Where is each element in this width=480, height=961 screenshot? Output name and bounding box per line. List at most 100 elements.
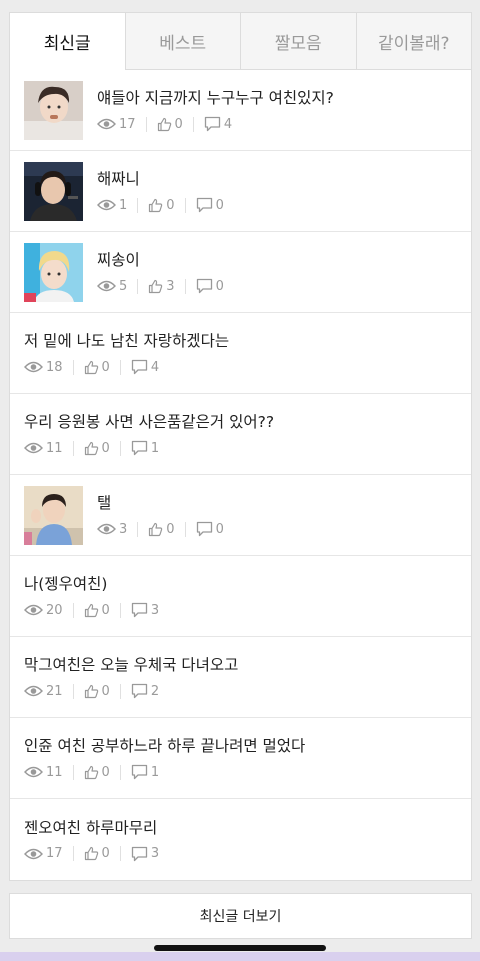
thumbs-up-icon <box>84 684 99 699</box>
post-title: 우리 응원봉 사면 사은품같은거 있어?? <box>24 413 275 431</box>
comment-count-value: 4 <box>223 116 233 132</box>
view-count: 17 <box>97 117 136 132</box>
post-stats: 3 0 0 <box>97 521 224 537</box>
comment-icon <box>131 764 148 780</box>
stat-divider <box>72 846 74 861</box>
thumbs-up-icon <box>84 360 99 375</box>
post-item[interactable]: 찌송이 5 3 0 <box>10 232 471 313</box>
eye-icon <box>24 766 43 778</box>
eye-icon <box>97 199 116 211</box>
stat-divider <box>119 764 121 780</box>
like-count: 0 <box>84 360 110 375</box>
post-item[interactable]: 젠오여친 하루마무리 17 0 3 <box>10 799 471 880</box>
like-count-value: 3 <box>166 278 175 294</box>
like-count-value: 0 <box>166 521 175 537</box>
stat-divider <box>72 602 74 618</box>
post-item[interactable]: 막그여친은 오늘 우체국 다녀오고 21 0 2 <box>10 637 471 718</box>
stat-divider <box>119 846 121 861</box>
post-item[interactable]: 해짜니 1 0 0 <box>10 151 471 232</box>
thumbs-up-icon <box>148 522 163 537</box>
comment-icon <box>131 440 148 456</box>
like-count-value: 0 <box>101 440 110 456</box>
post-info: 얘들아 지금까지 누구누구 여친있지? 17 0 4 <box>97 88 334 132</box>
post-item[interactable]: 나(젱우여친) 20 0 3 <box>10 556 471 637</box>
eye-icon <box>24 848 43 860</box>
stat-divider <box>72 359 74 375</box>
comment-icon <box>196 197 213 213</box>
post-item[interactable]: 탤3 0 0 <box>10 475 471 556</box>
load-more-button[interactable]: 최신글 더보기 <box>9 893 472 939</box>
thumbs-up-icon <box>84 846 99 861</box>
view-count: 17 <box>24 846 63 861</box>
tab-latest[interactable]: 최신글 <box>10 13 125 70</box>
comment-count: 3 <box>131 602 159 618</box>
comment-count: 0 <box>196 197 224 213</box>
like-count: 0 <box>84 684 110 699</box>
post-title: 막그여친은 오늘 우체국 다녀오고 <box>24 656 239 674</box>
like-count-value: 0 <box>174 116 183 132</box>
like-count-value: 0 <box>101 359 110 375</box>
comment-count-value: 4 <box>150 359 160 375</box>
post-stats: 5 3 0 <box>97 278 224 294</box>
view-count-value: 1 <box>119 197 128 213</box>
tab-watch-together[interactable]: 같이볼래? <box>355 13 471 69</box>
bottom-strip <box>0 952 480 961</box>
eye-icon <box>24 604 43 616</box>
view-count-value: 5 <box>119 278 128 294</box>
post-title: 탤 <box>97 494 112 512</box>
stat-divider <box>72 764 74 780</box>
comment-count: 4 <box>204 116 232 132</box>
comment-count-value: 1 <box>150 764 160 780</box>
post-item[interactable]: 저 밑에 나도 남친 자랑하겠다는 18 0 4 <box>10 313 471 394</box>
stat-divider <box>119 602 121 618</box>
post-title: 찌송이 <box>97 251 140 269</box>
view-count: 11 <box>24 441 63 456</box>
post-thumbnail <box>24 485 83 545</box>
post-info: 탤3 0 0 <box>97 493 224 537</box>
like-count: 0 <box>84 441 110 456</box>
comment-count: 1 <box>131 764 159 780</box>
view-count: 5 <box>97 279 127 294</box>
view-count: 1 <box>97 198 127 213</box>
tab-best[interactable]: 베스트 <box>124 13 240 69</box>
post-info: 찌송이 5 3 0 <box>97 250 224 294</box>
post-stats: 17 0 4 <box>97 116 334 132</box>
stat-divider <box>192 116 194 132</box>
thumbs-up-icon <box>148 198 163 213</box>
post-list-panel: 최신글 베스트 짤모음 같이볼래? 얘들아 지금까지 누구누구 여친있지? 17 0… <box>9 12 472 881</box>
like-count: 0 <box>84 765 110 780</box>
stat-divider <box>184 521 186 537</box>
stat-divider <box>119 683 121 699</box>
thumbs-up-icon <box>84 603 99 618</box>
post-stats: 1 0 0 <box>97 197 224 213</box>
stat-divider <box>72 683 74 699</box>
post-stats: 21 0 2 <box>24 683 238 699</box>
thumbs-up-icon <box>148 279 163 294</box>
tab-images[interactable]: 짤모음 <box>240 13 356 69</box>
comment-icon <box>196 278 213 294</box>
comment-count-value: 1 <box>150 440 160 456</box>
view-count: 18 <box>24 360 63 375</box>
like-count: 0 <box>148 198 175 213</box>
post-stats: 18 0 4 <box>24 359 229 375</box>
like-count: 0 <box>157 117 183 132</box>
stat-divider <box>184 278 186 294</box>
post-stats: 17 0 3 <box>24 846 159 862</box>
comment-count: 0 <box>196 521 224 537</box>
eye-icon <box>97 280 116 292</box>
post-item[interactable]: 얘들아 지금까지 누구누구 여친있지? 17 0 4 <box>10 70 471 151</box>
stat-divider <box>145 116 147 132</box>
stat-divider <box>137 521 139 537</box>
post-title: 젠오여친 하루마무리 <box>24 818 158 837</box>
post-item[interactable]: 인쥰 여친 공부하느라 하루 끝나려면 멀었다 11 0 1 <box>10 718 471 799</box>
comment-count: 4 <box>131 359 159 375</box>
like-count-value: 0 <box>101 683 110 699</box>
view-count: 21 <box>24 684 63 699</box>
like-count-value: 0 <box>101 764 110 780</box>
view-count-value: 11 <box>46 440 63 456</box>
post-stats: 11 0 1 <box>24 764 305 780</box>
view-count-value: 17 <box>46 846 63 861</box>
comment-count: 1 <box>131 440 159 456</box>
post-item[interactable]: 우리 응원봉 사면 사은품같은거 있어?? 11 0 1 <box>10 394 471 475</box>
eye-icon <box>97 118 116 130</box>
